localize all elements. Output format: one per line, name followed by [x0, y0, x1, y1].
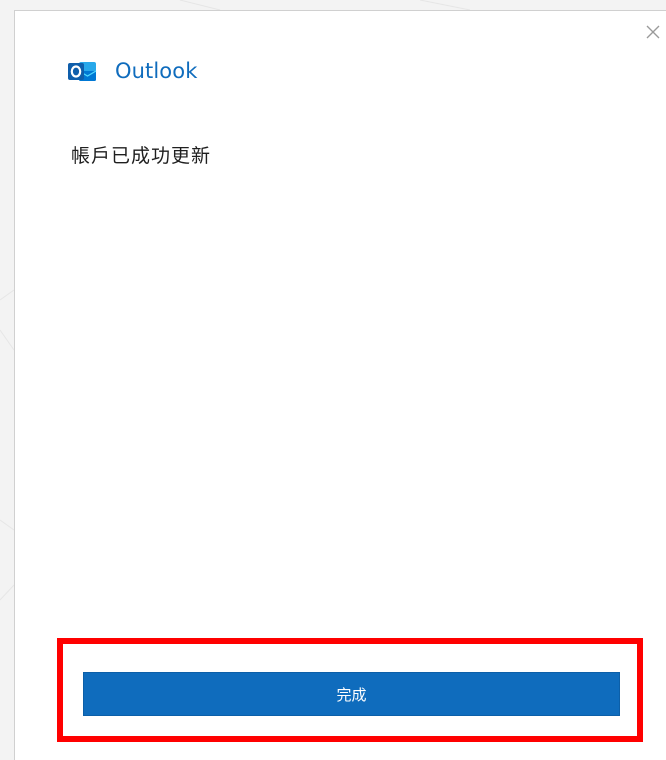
status-message: 帳戶已成功更新: [71, 145, 212, 167]
outlook-dialog: [14, 10, 666, 760]
brand-header: Outlook: [68, 57, 197, 85]
close-button[interactable]: [642, 21, 664, 43]
done-button[interactable]: 完成: [83, 672, 620, 716]
app-name: Outlook: [115, 59, 198, 83]
outlook-icon: [68, 61, 97, 81]
close-icon: [646, 25, 660, 39]
